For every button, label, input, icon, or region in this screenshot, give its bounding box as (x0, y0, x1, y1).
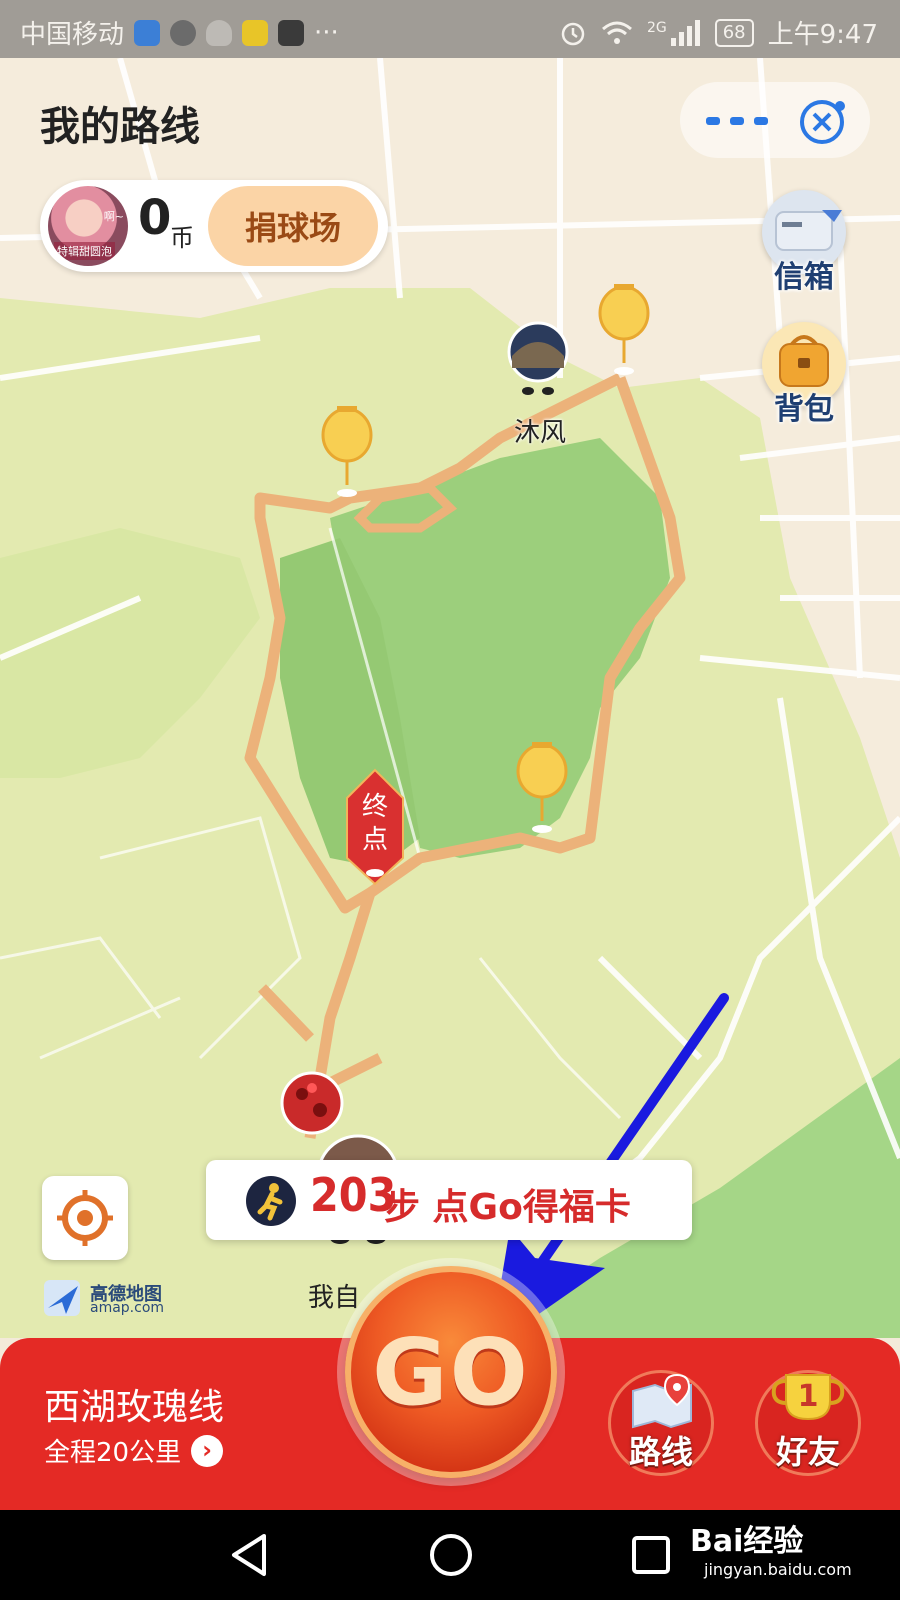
amap-logo-icon (44, 1280, 80, 1316)
avatar-caption: 特辑甜圆泡 (54, 242, 115, 260)
end-marker-char: 点 (362, 825, 388, 855)
route-map-icon (632, 1373, 692, 1429)
close-icon (800, 100, 845, 144)
friends-button[interactable]: 1 好友 (755, 1370, 861, 1476)
my-name: 我自 (308, 1283, 360, 1313)
recents-icon[interactable] (630, 1534, 672, 1576)
friend-name: 沐风 (514, 418, 566, 448)
avatar[interactable]: 啊~ 特辑甜圆泡 (48, 186, 128, 266)
wifi-icon (601, 21, 632, 44)
watermark-brand: Bai经验 (690, 1524, 804, 1559)
signal-icon (670, 19, 700, 46)
friend-marker[interactable] (280, 1071, 344, 1135)
app-icon (170, 19, 197, 46)
more-dots-icon (706, 117, 768, 125)
go-button[interactable]: GO (345, 1266, 557, 1478)
go-label: GO (372, 1318, 530, 1426)
steps-banner[interactable]: 203 步 点Go得福卡 (206, 1160, 692, 1240)
route-distance: 全程20公里 (44, 1438, 182, 1468)
home-icon[interactable] (428, 1532, 474, 1578)
battery-indicator: 68 (714, 18, 754, 47)
mailbox-button[interactable]: 信箱 (758, 190, 850, 296)
route-distance-link[interactable]: 全程20公里 › (44, 1432, 224, 1469)
back-icon[interactable] (228, 1532, 272, 1578)
route-button[interactable]: 路线 (608, 1370, 714, 1476)
network-type: 2G (646, 19, 667, 36)
coin-count: 0 (138, 190, 172, 246)
locate-button[interactable] (42, 1176, 128, 1260)
more-notifications: ··· (314, 17, 339, 48)
friends-button-label: 好友 (775, 1433, 840, 1471)
carrier-label: 中国移动 (20, 20, 125, 50)
watermark-url: jingyan.baidu.com (704, 1560, 852, 1579)
end-marker-char: 终 (362, 792, 388, 822)
friends-badge: 1 (797, 1379, 819, 1414)
more-button[interactable] (702, 96, 772, 146)
steps-prompt: 步 点Go得福卡 (384, 1187, 631, 1228)
coin-unit: 币 (170, 224, 194, 252)
amap-logo-url: amap.com (90, 1300, 165, 1316)
baidu-watermark: Bai经验 jingyan.baidu.com (690, 1516, 852, 1579)
amap-logo: 高德地图 amap.com (44, 1280, 174, 1320)
backpack-label: 背包 (774, 392, 834, 427)
status-bar: 中国移动 ··· 2G 68 上午9:47 (0, 0, 900, 58)
toutiao-icon (278, 19, 305, 46)
clock: 上午9:47 (767, 20, 878, 50)
avatar-caption: 啊~ (103, 210, 124, 223)
donate-field-button[interactable]: 捐球场 (208, 186, 378, 266)
coin-card: 啊~ 特辑甜圆泡 0 币 捐球场 (40, 180, 388, 272)
app-icon (242, 19, 269, 46)
runner-icon (246, 1176, 296, 1226)
shield-icon (134, 19, 161, 46)
route-button-label: 路线 (628, 1433, 693, 1471)
backpack-button[interactable]: 背包 (758, 322, 850, 428)
chevron-right-icon: › (191, 1434, 224, 1467)
close-button[interactable] (796, 96, 848, 148)
alarm-icon (561, 22, 585, 45)
locate-icon (57, 1190, 113, 1246)
page-title: 我的路线 (40, 104, 200, 150)
route-name: 西湖玫瑰线 (44, 1387, 225, 1428)
mailbox-label: 信箱 (774, 260, 834, 295)
qq-icon (206, 19, 233, 46)
